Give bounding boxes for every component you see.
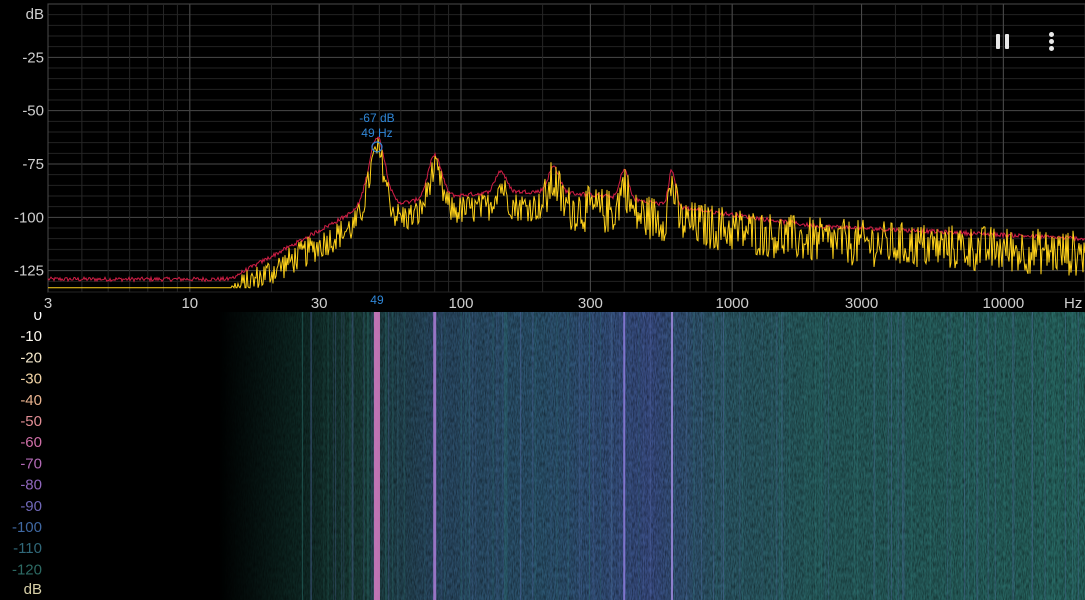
peak-db-label: -67 dB <box>359 111 394 125</box>
db-scale-label: -50 <box>20 413 42 430</box>
db-scale-label: -40 <box>20 392 42 409</box>
peak-hz-label: 49 Hz <box>361 126 392 140</box>
spectrogram-tone-line <box>373 312 380 600</box>
pause-button[interactable] <box>988 28 1018 56</box>
db-scale-label: -120 <box>12 561 42 578</box>
x-tick-label: 30 <box>311 295 328 312</box>
db-scale-label: -110 <box>13 540 42 557</box>
db-scale-label: -10 <box>20 328 42 345</box>
db-scale-label: -30 <box>20 371 42 388</box>
y-tick-label: -100 <box>14 209 44 226</box>
x-tick-label: 10000 <box>983 295 1025 312</box>
spectrogram-tone-line <box>433 312 437 600</box>
db-scale-label: -80 <box>20 477 42 494</box>
db-scale-label: -100 <box>12 519 42 536</box>
y-axis-unit: dB <box>26 6 44 23</box>
x-tick-label: 3 <box>44 295 52 312</box>
y-tick-label: -125 <box>14 263 44 280</box>
y-tick-label: -75 <box>22 156 44 173</box>
y-tick-label: -50 <box>22 103 44 120</box>
db-scale-label: -60 <box>20 434 42 451</box>
peak-axis-label: 49 <box>370 293 384 307</box>
spectrogram-tone-line <box>671 312 674 600</box>
spectrogram-view[interactable]: 0 -10 -20 -30 -40 -50 -60 -70 -80 -90 -100 -110 -120… <box>0 312 1085 600</box>
y-tick-label: -25 <box>22 49 44 66</box>
more-options-button[interactable] <box>1036 28 1066 56</box>
x-tick-label: 100 <box>448 295 473 312</box>
x-axis-ticks: 3 10 30 100 300 1000 3000 10000 <box>44 295 1024 312</box>
db-scale-label: 0 <box>34 312 42 324</box>
spectrogram-tone-line <box>623 312 626 600</box>
x-tick-label: 10 <box>181 295 198 312</box>
spectrogram-texture <box>0 312 1085 600</box>
db-scale-label: -70 <box>20 455 42 472</box>
x-axis-unit: Hz <box>1064 295 1082 312</box>
x-tick-label: 300 <box>578 295 603 312</box>
y-axis-ticks: -25 -50 -75 -100 -125 <box>14 49 44 279</box>
x-tick-label: 1000 <box>715 295 748 312</box>
spectrum-chart[interactable]: dB -25 -50 -75 -100 -125 3 10 30 100 300 1000 3000… <box>0 0 1085 312</box>
db-scale-label: -90 <box>20 498 42 515</box>
db-scale-label: -20 <box>20 349 42 366</box>
spectrogram-db-unit: dB <box>24 581 42 598</box>
live-spectrum-line <box>48 138 1085 289</box>
x-tick-label: 3000 <box>845 295 878 312</box>
